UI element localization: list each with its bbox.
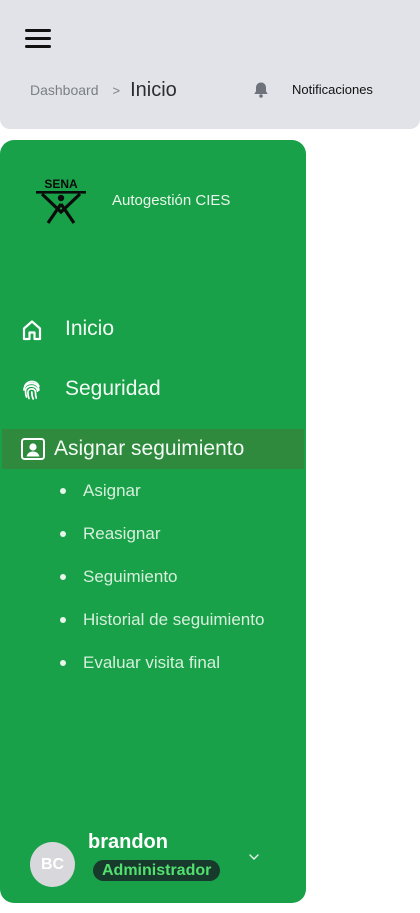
user-profile: BC brandon Administrador: [0, 830, 306, 900]
sidebar-item-label: Asignar seguimiento: [54, 437, 245, 460]
sidebar-item-label: Seguridad: [65, 377, 161, 400]
submenu-item-label: Evaluar visita final: [83, 653, 221, 672]
submenu-item-asignar[interactable]: Asignar: [60, 480, 141, 502]
breadcrumb-separator: >: [112, 82, 121, 98]
submenu-item-label: Seguimiento: [83, 567, 178, 586]
submenu-item-label: Asignar: [83, 481, 141, 500]
sidebar-item-inicio[interactable]: Inicio: [0, 309, 306, 349]
bullet: [60, 617, 66, 623]
bullet: [60, 574, 66, 580]
fingerprint-icon: [23, 380, 40, 400]
breadcrumb-current: Inicio: [130, 78, 177, 101]
hamburger-icon[interactable]: [25, 27, 51, 51]
svg-text:SENA: SENA: [44, 177, 78, 191]
role-badge: Administrador: [93, 860, 221, 881]
bullet: [60, 660, 66, 666]
notifications-link[interactable]: Notificaciones: [292, 82, 373, 97]
submenu-item-historial[interactable]: Historial de seguimiento: [60, 609, 264, 631]
contact-card-icon: [21, 438, 45, 460]
bell-icon[interactable]: [252, 81, 270, 99]
submenu-item-label: Reasignar: [83, 524, 161, 543]
home-icon: [22, 320, 42, 341]
submenu-item-evaluar-visita[interactable]: Evaluar visita final: [60, 652, 220, 674]
submenu-item-seguimiento[interactable]: Seguimiento: [60, 566, 178, 588]
sidebar-item-label: Inicio: [65, 317, 115, 340]
breadcrumb-dashboard-link[interactable]: Dashboard: [30, 82, 99, 98]
user-name: brandon: [88, 831, 168, 853]
top-header: Dashboard > Inicio Notificaciones: [0, 0, 420, 129]
sidebar-item-asignar-seguimiento[interactable]: Asignar seguimiento: [2, 429, 304, 469]
avatar[interactable]: BC: [30, 842, 75, 887]
bullet: [60, 488, 66, 494]
bullet: [60, 531, 66, 537]
submenu-item-reasignar[interactable]: Reasignar: [60, 523, 161, 545]
sidebar-item-seguridad[interactable]: Seguridad: [0, 369, 306, 409]
brand-name: Autogestión CIES: [112, 192, 231, 209]
breadcrumb: Dashboard > Inicio: [30, 78, 177, 102]
submenu-item-label: Historial de seguimiento: [83, 610, 265, 629]
sidebar: SENA Autogestión CIES Inicio Seguridad A…: [0, 140, 306, 903]
sena-logo: SENA: [36, 177, 86, 224]
chevron-down-icon[interactable]: [248, 852, 260, 862]
